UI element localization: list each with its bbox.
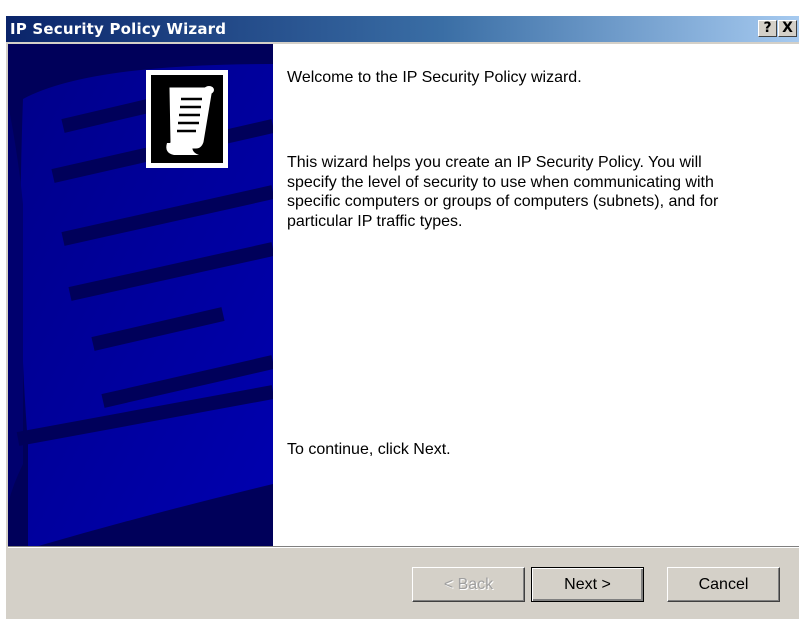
next-button[interactable]: Next > <box>531 567 644 602</box>
window-title: IP Security Policy Wizard <box>10 20 227 38</box>
back-button[interactable]: < Back <box>412 567 525 602</box>
wizard-window: IP Security Policy Wizard ? X Welcome to… <box>6 16 799 619</box>
welcome-heading: Welcome to the IP Security Policy wizard… <box>287 69 582 86</box>
title-bar[interactable]: IP Security Policy Wizard ? X <box>6 16 799 42</box>
help-button[interactable]: ? <box>758 20 777 37</box>
cancel-button[interactable]: Cancel <box>667 567 780 602</box>
continue-hint: To continue, click Next. <box>287 441 451 458</box>
wizard-content: Welcome to the IP Security Policy wizard… <box>273 44 799 546</box>
scroll-banner-art <box>8 64 273 546</box>
separator-highlight <box>8 547 799 548</box>
close-button[interactable]: X <box>778 20 797 37</box>
question-mark-icon: ? <box>763 20 772 36</box>
wizard-description: This wizard helps you create an IP Secur… <box>287 154 719 230</box>
wizard-banner <box>8 44 273 546</box>
close-icon: X <box>782 20 793 36</box>
